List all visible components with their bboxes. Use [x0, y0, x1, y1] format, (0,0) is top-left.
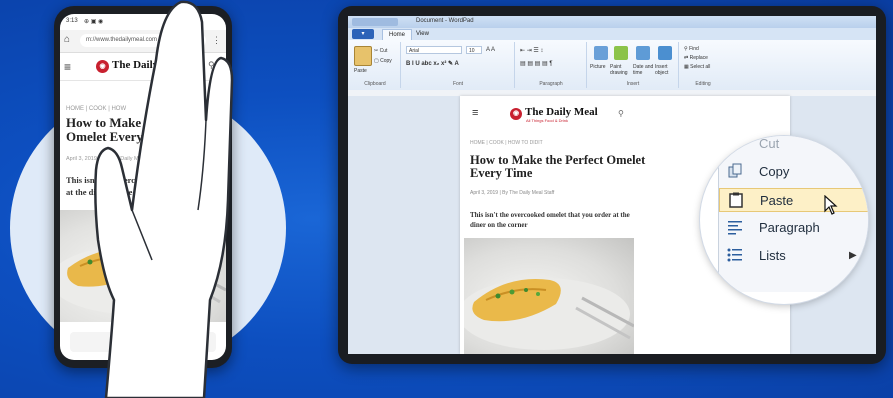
doc-article-intro: This isn't the overcooked omelet that yo…: [470, 211, 630, 229]
date-time-label[interactable]: Date and time: [633, 64, 655, 76]
select-all-button[interactable]: ▦ Select all: [684, 64, 710, 70]
menu-item-copy-label: Copy: [759, 164, 790, 179]
copy-button[interactable]: ▢ Copy: [374, 58, 392, 64]
clipboard-group: Paste ✂ Cut ▢ Copy Clipboard: [350, 42, 401, 88]
copy-icon: [728, 163, 742, 178]
paste-icon[interactable]: [354, 46, 372, 66]
font-size-select[interactable]: 10: [466, 46, 482, 54]
menu-item-cut-label: Cut: [759, 136, 780, 151]
paste-label[interactable]: Paste: [354, 68, 367, 74]
doc-hamburger-icon: ≡: [472, 107, 479, 119]
paint-drawing-label[interactable]: Paint drawing: [610, 64, 632, 76]
align-buttons[interactable]: ▤ ▤ ▤ ▤ ¶: [520, 60, 553, 67]
insert-group: Picture Paint drawing Date and time Inse…: [588, 42, 679, 88]
paste-clipboard-icon: [729, 192, 743, 208]
list-icon: [727, 248, 742, 262]
menu-item-paste-label: Paste: [760, 193, 794, 208]
menu-item-paste[interactable]: Paste: [719, 188, 868, 215]
cut-icon: [727, 136, 743, 151]
doc-article-meta: April 3, 2019 | By The Daily Meal Staff: [470, 190, 555, 196]
ribbon-tabs: ▾ Home View: [348, 28, 876, 41]
home-icon[interactable]: ⌂: [64, 34, 70, 45]
menu-item-paragraph-label: Paragraph: [759, 220, 820, 235]
window-title: Document - WordPad: [416, 18, 474, 24]
paragraph-group-label: Paragraph: [539, 81, 563, 87]
menu-item-lists-label: Lists: [759, 248, 786, 263]
context-menu: Cut Copy Paste Paragraph Lists ▶: [718, 136, 868, 292]
doc-site-header: ≡ ◉ The Daily Meal All Things Food & Dri…: [460, 104, 640, 124]
doc-article-title: How to Make the Perfect Omelet Every Tim…: [470, 153, 646, 180]
paragraph-icon: [728, 221, 742, 235]
font-group: Arial 10 A A B I U abc x₂ x² ✎ A Font: [402, 42, 515, 88]
editing-group-label: Editing: [695, 81, 711, 87]
menu-item-cut[interactable]: Cut: [719, 136, 868, 156]
doc-search-icon: ⚲: [618, 109, 624, 118]
menu-item-lists[interactable]: Lists ▶: [719, 244, 868, 268]
tab-view[interactable]: View: [410, 29, 435, 40]
date-time-icon[interactable]: [636, 46, 650, 60]
font-name-select[interactable]: Arial: [406, 46, 462, 54]
menu-item-copy[interactable]: Copy: [719, 160, 868, 184]
status-time: 3:13: [66, 18, 78, 24]
doc-omelet-illustration: [464, 278, 634, 350]
ribbon: Paste ✂ Cut ▢ Copy Clipboard Arial 10 A …: [348, 40, 876, 91]
find-button[interactable]: ⚲ Find: [684, 46, 699, 52]
insert-group-label: Insert: [626, 81, 640, 87]
file-menu-button[interactable]: ▾: [352, 29, 374, 39]
doc-brand-subtitle: All Things Food & Drink: [526, 118, 568, 123]
submenu-arrow-icon: ▶: [849, 250, 857, 261]
doc-brand-logo-icon: ◉: [510, 108, 522, 120]
doc-omelet-photo: [464, 238, 634, 354]
hand-swipe-icon: [94, 0, 234, 398]
format-buttons[interactable]: B I U abc x₂ x² ✎ A: [406, 60, 459, 67]
paint-drawing-icon[interactable]: [614, 46, 628, 60]
clipboard-group-label: Clipboard: [364, 81, 386, 87]
mouse-cursor-icon: [824, 195, 838, 215]
editing-group: ⚲ Find ⇄ Replace ▦ Select all Editing: [680, 42, 726, 88]
grow-font-icon[interactable]: A A: [486, 47, 495, 53]
paragraph-group: ⇤ ⇥ ☰ ↕ ▤ ▤ ▤ ▤ ¶ Paragraph: [516, 42, 587, 88]
insert-object-icon[interactable]: [658, 46, 672, 60]
indent-list-buttons[interactable]: ⇤ ⇥ ☰ ↕: [520, 47, 543, 54]
menu-item-paragraph[interactable]: Paragraph: [719, 216, 868, 240]
window-titlebar: Document - WordPad: [348, 16, 876, 28]
doc-brand-name: The Daily Meal: [525, 106, 598, 118]
cut-button[interactable]: ✂ Cut: [374, 48, 387, 54]
picture-icon[interactable]: [594, 46, 608, 60]
doc-breadcrumb: HOME | COOK | HOW TO DIDIT: [470, 140, 543, 146]
replace-button[interactable]: ⇄ Replace: [684, 55, 708, 61]
quick-access-toolbar[interactable]: [352, 18, 398, 26]
insert-object-label[interactable]: Insert object: [655, 64, 677, 76]
hamburger-icon[interactable]: ≡: [64, 60, 71, 74]
magnifier-callout: Cut Copy Paste Paragraph Lists ▶: [700, 136, 868, 304]
font-group-label: Font: [452, 81, 463, 87]
picture-label[interactable]: Picture: [590, 64, 606, 70]
